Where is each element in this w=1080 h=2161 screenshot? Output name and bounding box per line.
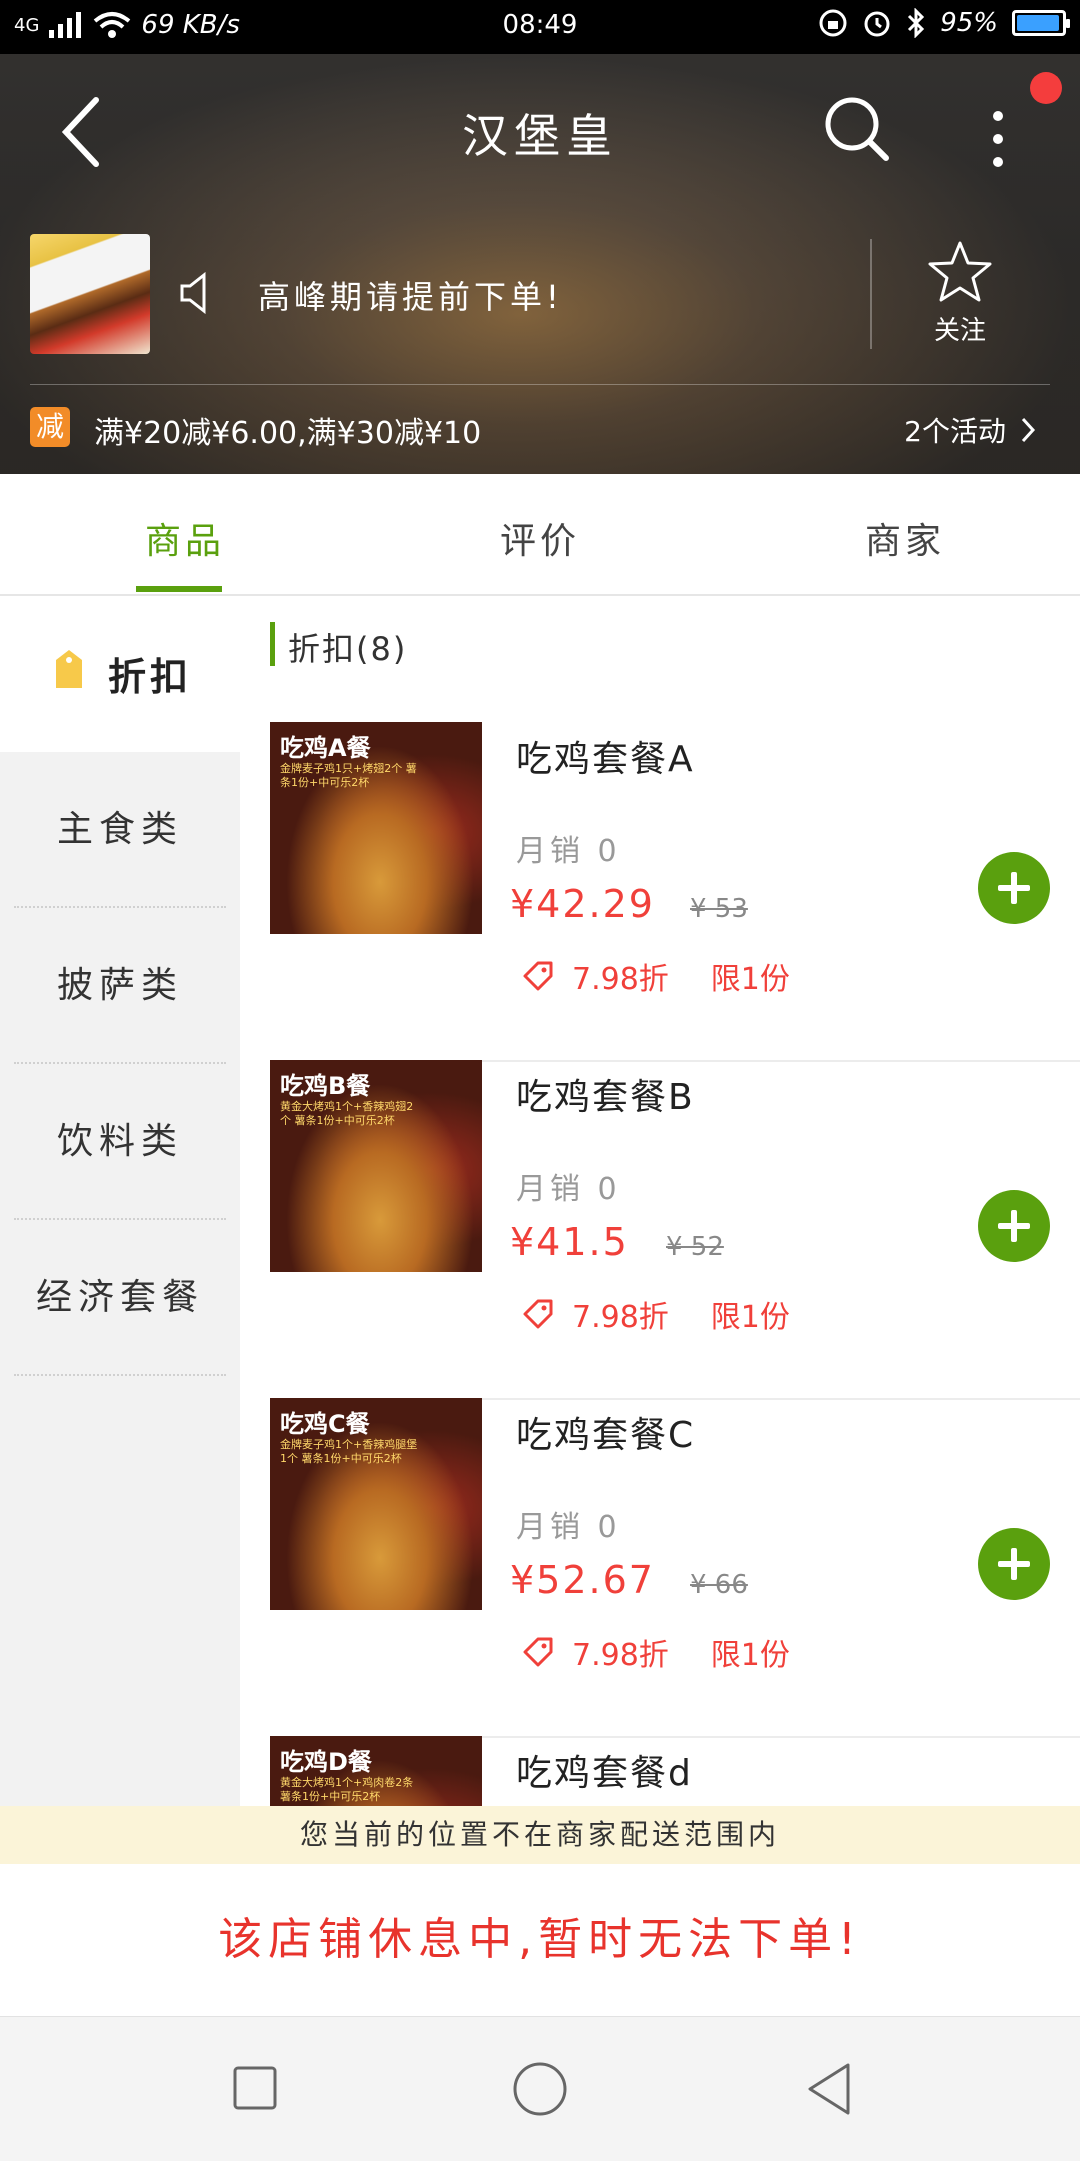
shop-notice: 高峰期请提前下单!	[258, 278, 563, 316]
nav-home-icon[interactable]	[512, 2061, 568, 2117]
battery-percent: 95%	[940, 8, 998, 38]
category-sidebar: 折扣 主食类 披萨类 饮料类 经济套餐	[0, 596, 240, 1806]
shop-logo	[30, 234, 150, 354]
star-icon	[928, 241, 992, 302]
product-image-subtitle: 金牌麦子鸡1只+烤翅2个 薯条1份+中可乐2杯	[280, 762, 417, 789]
add-icon[interactable]	[978, 852, 1050, 924]
activities-link[interactable]: 2个活动	[904, 410, 1036, 450]
shop-header: 汉堡皇 高峰期请提前下单! 关注 减 满¥20减¥6.00,满¥30减¥10 2…	[0, 54, 1080, 474]
nav-recent-icon[interactable]	[232, 2065, 278, 2111]
product-discount: 7.98折 限1份	[522, 954, 790, 998]
product-image-title: 吃鸡C餐	[280, 1410, 370, 1438]
purchase-limit: 限1份	[710, 1638, 790, 1673]
category-item-drinks[interactable]: 饮料类	[0, 1064, 240, 1220]
product-item-a[interactable]: 吃鸡A餐 金牌麦子鸡1只+烤翅2个 薯条1份+中可乐2杯 吃鸡套餐A 月销 0 …	[270, 722, 1080, 1062]
category-item-value-meals[interactable]: 经济套餐	[0, 1220, 240, 1376]
header-separator	[30, 384, 1050, 385]
product-item-d[interactable]: 吃鸡D餐 黄金大烤鸡1个+鸡肉卷2条 薯条1份+中可乐2杯 吃鸡套餐d	[270, 1736, 1080, 1806]
shop-tabs: 商品 评价 商家	[0, 474, 1080, 596]
section-title: 折扣(8)	[288, 630, 408, 668]
follow-button[interactable]: 关注	[920, 240, 1000, 347]
product-image-subtitle: 黄金大烤鸡1个+鸡肉卷2条 薯条1份+中可乐2杯	[280, 1776, 414, 1803]
purchase-limit: 限1份	[710, 962, 790, 997]
follow-label: 关注	[933, 316, 986, 346]
product-image-title: 吃鸡D餐	[280, 1748, 372, 1776]
product-old-price: ¥ 52	[666, 1232, 724, 1262]
category-item-discount[interactable]: 折扣	[0, 596, 240, 752]
product-image: 吃鸡B餐 黄金大烤鸡1个+香辣鸡翅2个 薯条1份+中可乐2杯	[270, 1060, 482, 1272]
purchase-limit: 限1份	[710, 1300, 790, 1335]
product-sales: 月销 0	[516, 834, 621, 869]
product-image: 吃鸡C餐 金牌麦子鸡1个+香辣鸡腿堡1个 薯条1份+中可乐2杯	[270, 1398, 482, 1610]
shop-title: 汉堡皇	[462, 109, 618, 163]
battery-fill	[1017, 15, 1059, 31]
discount-rate: 7.98折	[572, 1638, 669, 1673]
system-nav-bar	[0, 2016, 1080, 2161]
product-old-price: ¥ 53	[690, 894, 748, 924]
shop-closed-banner: 该店铺休息中,暂时无法下单!	[0, 1864, 1080, 2016]
product-price: ¥41.5	[510, 1220, 629, 1264]
status-right: 95%	[818, 8, 1070, 38]
add-icon[interactable]	[978, 1190, 1050, 1262]
price-tag-icon	[523, 961, 553, 991]
product-image-subtitle: 黄金大烤鸡1个+香辣鸡翅2个 薯条1份+中可乐2杯	[280, 1100, 414, 1127]
discount-rate: 7.98折	[572, 962, 669, 997]
product-price: ¥52.67	[510, 1558, 655, 1602]
status-bar: 4G 69 KB/s 08:49 95%	[0, 0, 1080, 54]
header-divider	[870, 239, 872, 349]
promo-badge: 减	[30, 407, 70, 447]
product-discount: 7.98折 限1份	[522, 1630, 790, 1674]
product-price: ¥42.29	[510, 882, 655, 926]
price-tag-icon	[523, 1299, 553, 1329]
product-image: 吃鸡A餐 金牌麦子鸡1只+烤翅2个 薯条1份+中可乐2杯	[270, 722, 482, 934]
category-item-pizza[interactable]: 披萨类	[0, 908, 240, 1064]
more-vert-icon[interactable]	[975, 104, 1021, 174]
search-icon[interactable]	[822, 94, 892, 164]
category-label: 折扣	[108, 655, 193, 699]
nav-back-icon[interactable]	[804, 2061, 854, 2117]
bluetooth-icon	[908, 8, 925, 38]
tab-reviews[interactable]: 评价	[500, 512, 580, 564]
price-tag-icon	[523, 1637, 553, 1667]
product-discount: 7.98折 限1份	[522, 1292, 790, 1336]
chevron-right-icon	[1021, 417, 1036, 443]
tab-goods[interactable]: 商品	[145, 512, 225, 564]
tab-merchant[interactable]: 商家	[865, 512, 945, 564]
product-sales: 月销 0	[516, 1172, 621, 1207]
product-list: 折扣(8) 吃鸡A餐 金牌麦子鸡1只+烤翅2个 薯条1份+中可乐2杯 吃鸡套餐A…	[240, 596, 1080, 1806]
add-icon[interactable]	[978, 1528, 1050, 1600]
alarm-icon	[864, 11, 890, 37]
delivery-range-warning: 您当前的位置不在商家配送范围内	[0, 1806, 1080, 1864]
product-image-title: 吃鸡B餐	[280, 1072, 371, 1100]
activities-label: 2个活动	[904, 415, 1006, 448]
product-item-c[interactable]: 吃鸡C餐 金牌麦子鸡1个+香辣鸡腿堡1个 薯条1份+中可乐2杯 吃鸡套餐C 月销…	[270, 1398, 1080, 1738]
product-image-subtitle: 金牌麦子鸡1个+香辣鸡腿堡1个 薯条1份+中可乐2杯	[280, 1438, 418, 1465]
battery-icon	[1012, 10, 1070, 36]
rotation-lock-icon	[819, 9, 847, 37]
notification-dot	[1030, 72, 1062, 104]
speaker-icon	[180, 272, 206, 314]
product-item-b[interactable]: 吃鸡B餐 黄金大烤鸡1个+香辣鸡翅2个 薯条1份+中可乐2杯 吃鸡套餐B 月销 …	[270, 1060, 1080, 1400]
promo-text: 满¥20减¥6.00,满¥30减¥10	[94, 416, 482, 451]
category-divider	[14, 1374, 226, 1376]
product-sales: 月销 0	[516, 1510, 621, 1545]
product-name: 吃鸡套餐A	[516, 739, 695, 780]
product-name: 吃鸡套餐B	[516, 1077, 695, 1118]
section-marker	[270, 622, 275, 666]
product-name: 吃鸡套餐d	[516, 1753, 693, 1794]
discount-rate: 7.98折	[572, 1300, 669, 1335]
product-image-title: 吃鸡A餐	[280, 734, 371, 762]
product-old-price: ¥ 66	[690, 1570, 748, 1600]
category-item-staple[interactable]: 主食类	[0, 752, 240, 908]
product-image: 吃鸡D餐 黄金大烤鸡1个+鸡肉卷2条 薯条1份+中可乐2杯	[270, 1736, 482, 1806]
tag-icon	[56, 650, 82, 688]
tab-active-indicator	[136, 586, 222, 592]
product-name: 吃鸡套餐C	[516, 1415, 696, 1456]
